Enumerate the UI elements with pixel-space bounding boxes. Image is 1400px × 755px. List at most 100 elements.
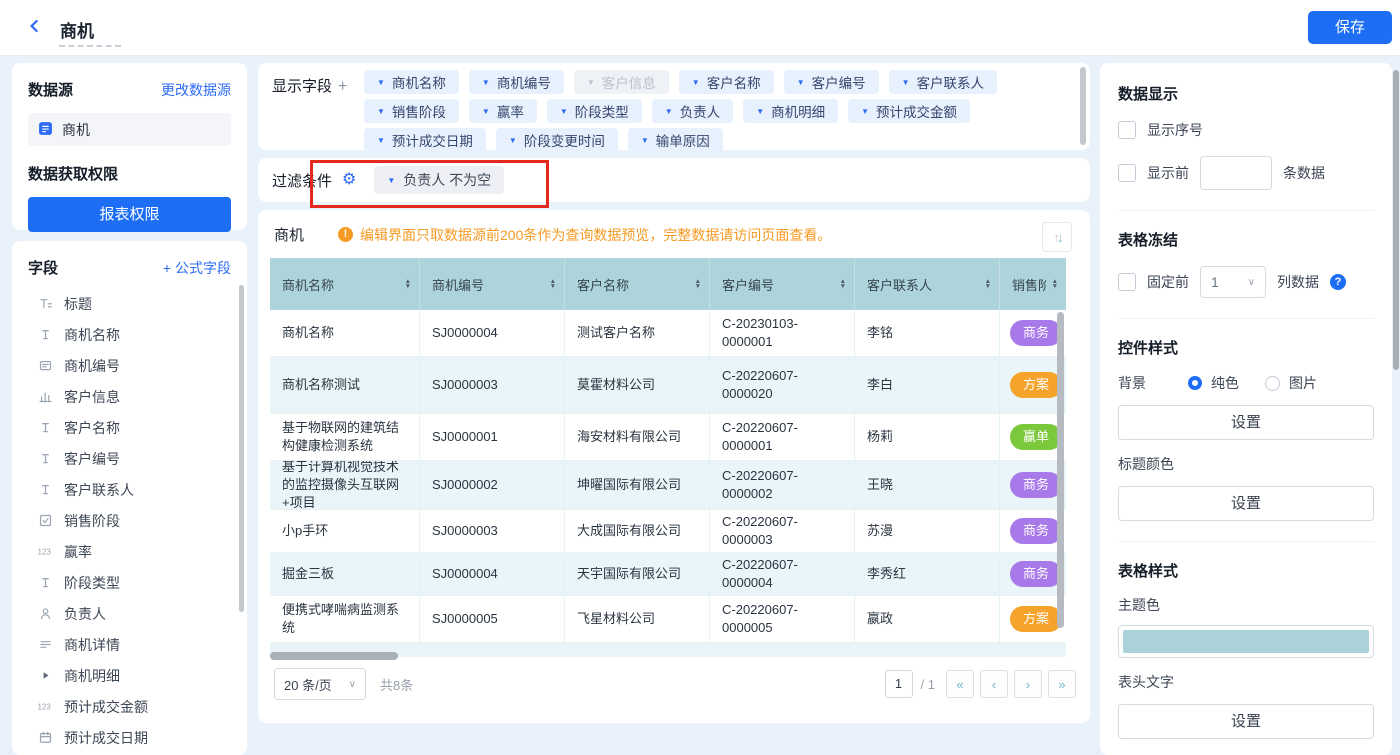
- display-field-tag-客户编号[interactable]: ▼客户编号: [784, 70, 879, 94]
- field-item-客户联系人[interactable]: 客户联系人: [28, 474, 231, 505]
- show-first-checkbox[interactable]: [1118, 164, 1136, 182]
- sort-arrows-icon[interactable]: ▲▼: [979, 279, 991, 290]
- page-number-input[interactable]: 1: [885, 670, 913, 698]
- field-item-客户信息[interactable]: 客户信息: [28, 381, 231, 412]
- display-field-tag-商机编号[interactable]: ▼商机编号: [469, 70, 564, 94]
- document-icon: [38, 121, 53, 139]
- title-color-set-button[interactable]: 设置: [1118, 486, 1374, 521]
- field-item-label: 赢率: [64, 542, 92, 562]
- save-button[interactable]: 保存: [1308, 11, 1392, 44]
- datasource-panel: 数据源 更改数据源 商机 数据获取权限 报表权限: [12, 63, 247, 230]
- table-cell: 基于计算机视觉技术的监控摄像头互联网+项目: [270, 461, 420, 509]
- display-field-tag-销售阶段[interactable]: ▼销售阶段: [364, 99, 459, 123]
- report-permission-button[interactable]: 报表权限: [28, 197, 231, 232]
- field-item-label: 预计成交日期: [64, 728, 148, 748]
- table-cell: SJ0000001: [420, 414, 565, 460]
- display-field-tag-阶段类型[interactable]: ▼阶段类型: [547, 99, 642, 123]
- field-item-客户名称[interactable]: 客户名称: [28, 412, 231, 443]
- display-field-tag-预计成交日期[interactable]: ▼ 预计成交日期: [364, 128, 486, 150]
- image-radio[interactable]: [1265, 376, 1280, 391]
- display-field-tag-赢率[interactable]: ▼赢率: [469, 99, 537, 123]
- add-display-field-button[interactable]: +: [338, 78, 347, 95]
- table-row: 便携式哮喘病监测系统SJ0000005飞星材料公司C-20220607-0000…: [270, 596, 1066, 643]
- freeze-columns-checkbox[interactable]: [1118, 273, 1136, 291]
- filter-panel: 过滤条件 ⚙ ▼ 负责人 不为空: [258, 158, 1090, 202]
- change-datasource-link[interactable]: 更改数据源: [161, 80, 231, 100]
- table-cell: C-20220607-0000002: [710, 461, 855, 509]
- display-field-tag-客户名称[interactable]: ▼客户名称: [679, 70, 774, 94]
- show-index-checkbox[interactable]: [1118, 121, 1136, 139]
- display-field-tag-阶段变更时间[interactable]: ▼阶段变更时间: [496, 128, 618, 150]
- field-item-负责人[interactable]: 负责人: [28, 598, 231, 629]
- field-item-标题[interactable]: 标题: [28, 288, 231, 319]
- column-header-客户名称[interactable]: 客户名称▲▼: [565, 258, 710, 310]
- table-scrollbar-thumb[interactable]: [1057, 312, 1064, 628]
- page-scrollbar-thumb[interactable]: [1393, 70, 1399, 370]
- back-icon[interactable]: [26, 17, 46, 37]
- field-item-商机编号[interactable]: 商机编号: [28, 350, 231, 381]
- text-icon: [37, 483, 54, 496]
- add-formula-field-link[interactable]: + 公式字段: [163, 258, 231, 278]
- field-item-销售阶段[interactable]: 销售阶段: [28, 505, 231, 536]
- question-icon[interactable]: ?: [1330, 274, 1346, 290]
- table-cell: SJ0000004: [420, 310, 565, 356]
- theme-color-picker[interactable]: [1118, 625, 1374, 658]
- freeze-count-select[interactable]: 1 ∨: [1200, 266, 1266, 298]
- next-page-button[interactable]: ›: [1014, 670, 1042, 698]
- chevron-down-icon: ▼: [797, 78, 805, 87]
- tag-label: 预计成交日期: [392, 130, 473, 150]
- horizontal-scrollbar-thumb[interactable]: [270, 652, 398, 660]
- sort-arrows-icon[interactable]: ▲▼: [544, 279, 556, 290]
- display-fields-scrollbar-thumb[interactable]: [1080, 67, 1086, 145]
- display-field-tag-商机明细[interactable]: ▼商机明细: [743, 99, 838, 123]
- field-item-客户编号[interactable]: 客户编号: [28, 443, 231, 474]
- page-size-select[interactable]: 20 条/页 ∨: [274, 668, 366, 700]
- table-cell: SJ0000002: [420, 461, 565, 509]
- field-item-阶段类型[interactable]: 阶段类型: [28, 567, 231, 598]
- display-field-tags: ▼商机名称▼商机编号▼客户信息▼客户名称▼客户编号▼客户联系人▼销售阶段▼赢率▼…: [364, 70, 997, 143]
- chevron-down-icon: ∨: [349, 679, 356, 690]
- field-item-label: 客户联系人: [64, 480, 134, 500]
- display-field-tag-负责人[interactable]: ▼负责人: [652, 99, 733, 123]
- display-field-tag-输单原因[interactable]: ▼输单原因: [628, 128, 723, 150]
- number-icon: 123: [37, 700, 54, 713]
- table-freeze-title: 表格冻结: [1118, 229, 1374, 250]
- field-item-预计成交日期[interactable]: 预计成交日期: [28, 722, 231, 753]
- last-page-button[interactable]: »: [1048, 670, 1076, 698]
- solid-color-radio[interactable]: [1188, 376, 1202, 390]
- column-header-商机名称[interactable]: 商机名称▲▼: [270, 258, 420, 310]
- column-header-客户编号[interactable]: 客户编号▲▼: [710, 258, 855, 310]
- display-field-tag-客户联系人[interactable]: ▼客户联系人: [889, 70, 997, 94]
- filter-condition-tag[interactable]: ▼ 负责人 不为空: [374, 166, 504, 194]
- prev-page-button[interactable]: ‹: [980, 670, 1008, 698]
- fields-scrollbar-thumb[interactable]: [239, 285, 244, 612]
- sort-arrows-icon[interactable]: ▲▼: [1046, 279, 1058, 290]
- gear-icon[interactable]: ⚙: [342, 172, 356, 188]
- chevron-down-icon: ▼: [377, 136, 385, 145]
- column-header-商机编号[interactable]: 商机编号▲▼: [420, 258, 565, 310]
- display-field-tag-商机名称[interactable]: ▼商机名称: [364, 70, 459, 94]
- column-header-客户联系人[interactable]: 客户联系人▲▼: [855, 258, 1000, 310]
- field-item-商机名称[interactable]: 商机名称: [28, 319, 231, 350]
- background-set-button[interactable]: 设置: [1118, 405, 1374, 440]
- sort-arrows-icon[interactable]: ▲▼: [834, 279, 846, 290]
- display-field-tag-客户信息[interactable]: ▼客户信息: [574, 70, 669, 94]
- sort-icon[interactable]: ↑↓: [1042, 222, 1072, 252]
- first-page-button[interactable]: «: [946, 670, 974, 698]
- tag-label: 负责人: [680, 101, 721, 121]
- chevron-down-icon: ▼: [482, 107, 490, 116]
- field-item-商机详情[interactable]: 商机详情: [28, 629, 231, 660]
- tag-label: 商机名称: [392, 72, 446, 92]
- theme-color-swatch-inner: [1123, 630, 1369, 653]
- header-text-set-button[interactable]: 设置: [1118, 704, 1374, 739]
- datasource-item[interactable]: 商机: [28, 113, 231, 146]
- sort-arrows-icon[interactable]: ▲▼: [689, 279, 701, 290]
- field-item-赢率[interactable]: 123赢率: [28, 536, 231, 567]
- show-first-count-input[interactable]: [1200, 156, 1272, 190]
- field-item-商机明细[interactable]: 商机明细: [28, 660, 231, 691]
- display-field-tag-预计成交金额[interactable]: ▼预计成交金额: [848, 99, 970, 123]
- field-item-预计成交金额[interactable]: 123预计成交金额: [28, 691, 231, 722]
- chevron-down-icon: ▼: [377, 107, 385, 116]
- sort-arrows-icon[interactable]: ▲▼: [399, 279, 411, 290]
- column-header-销售阶段[interactable]: 销售阶段▲▼: [1000, 258, 1066, 310]
